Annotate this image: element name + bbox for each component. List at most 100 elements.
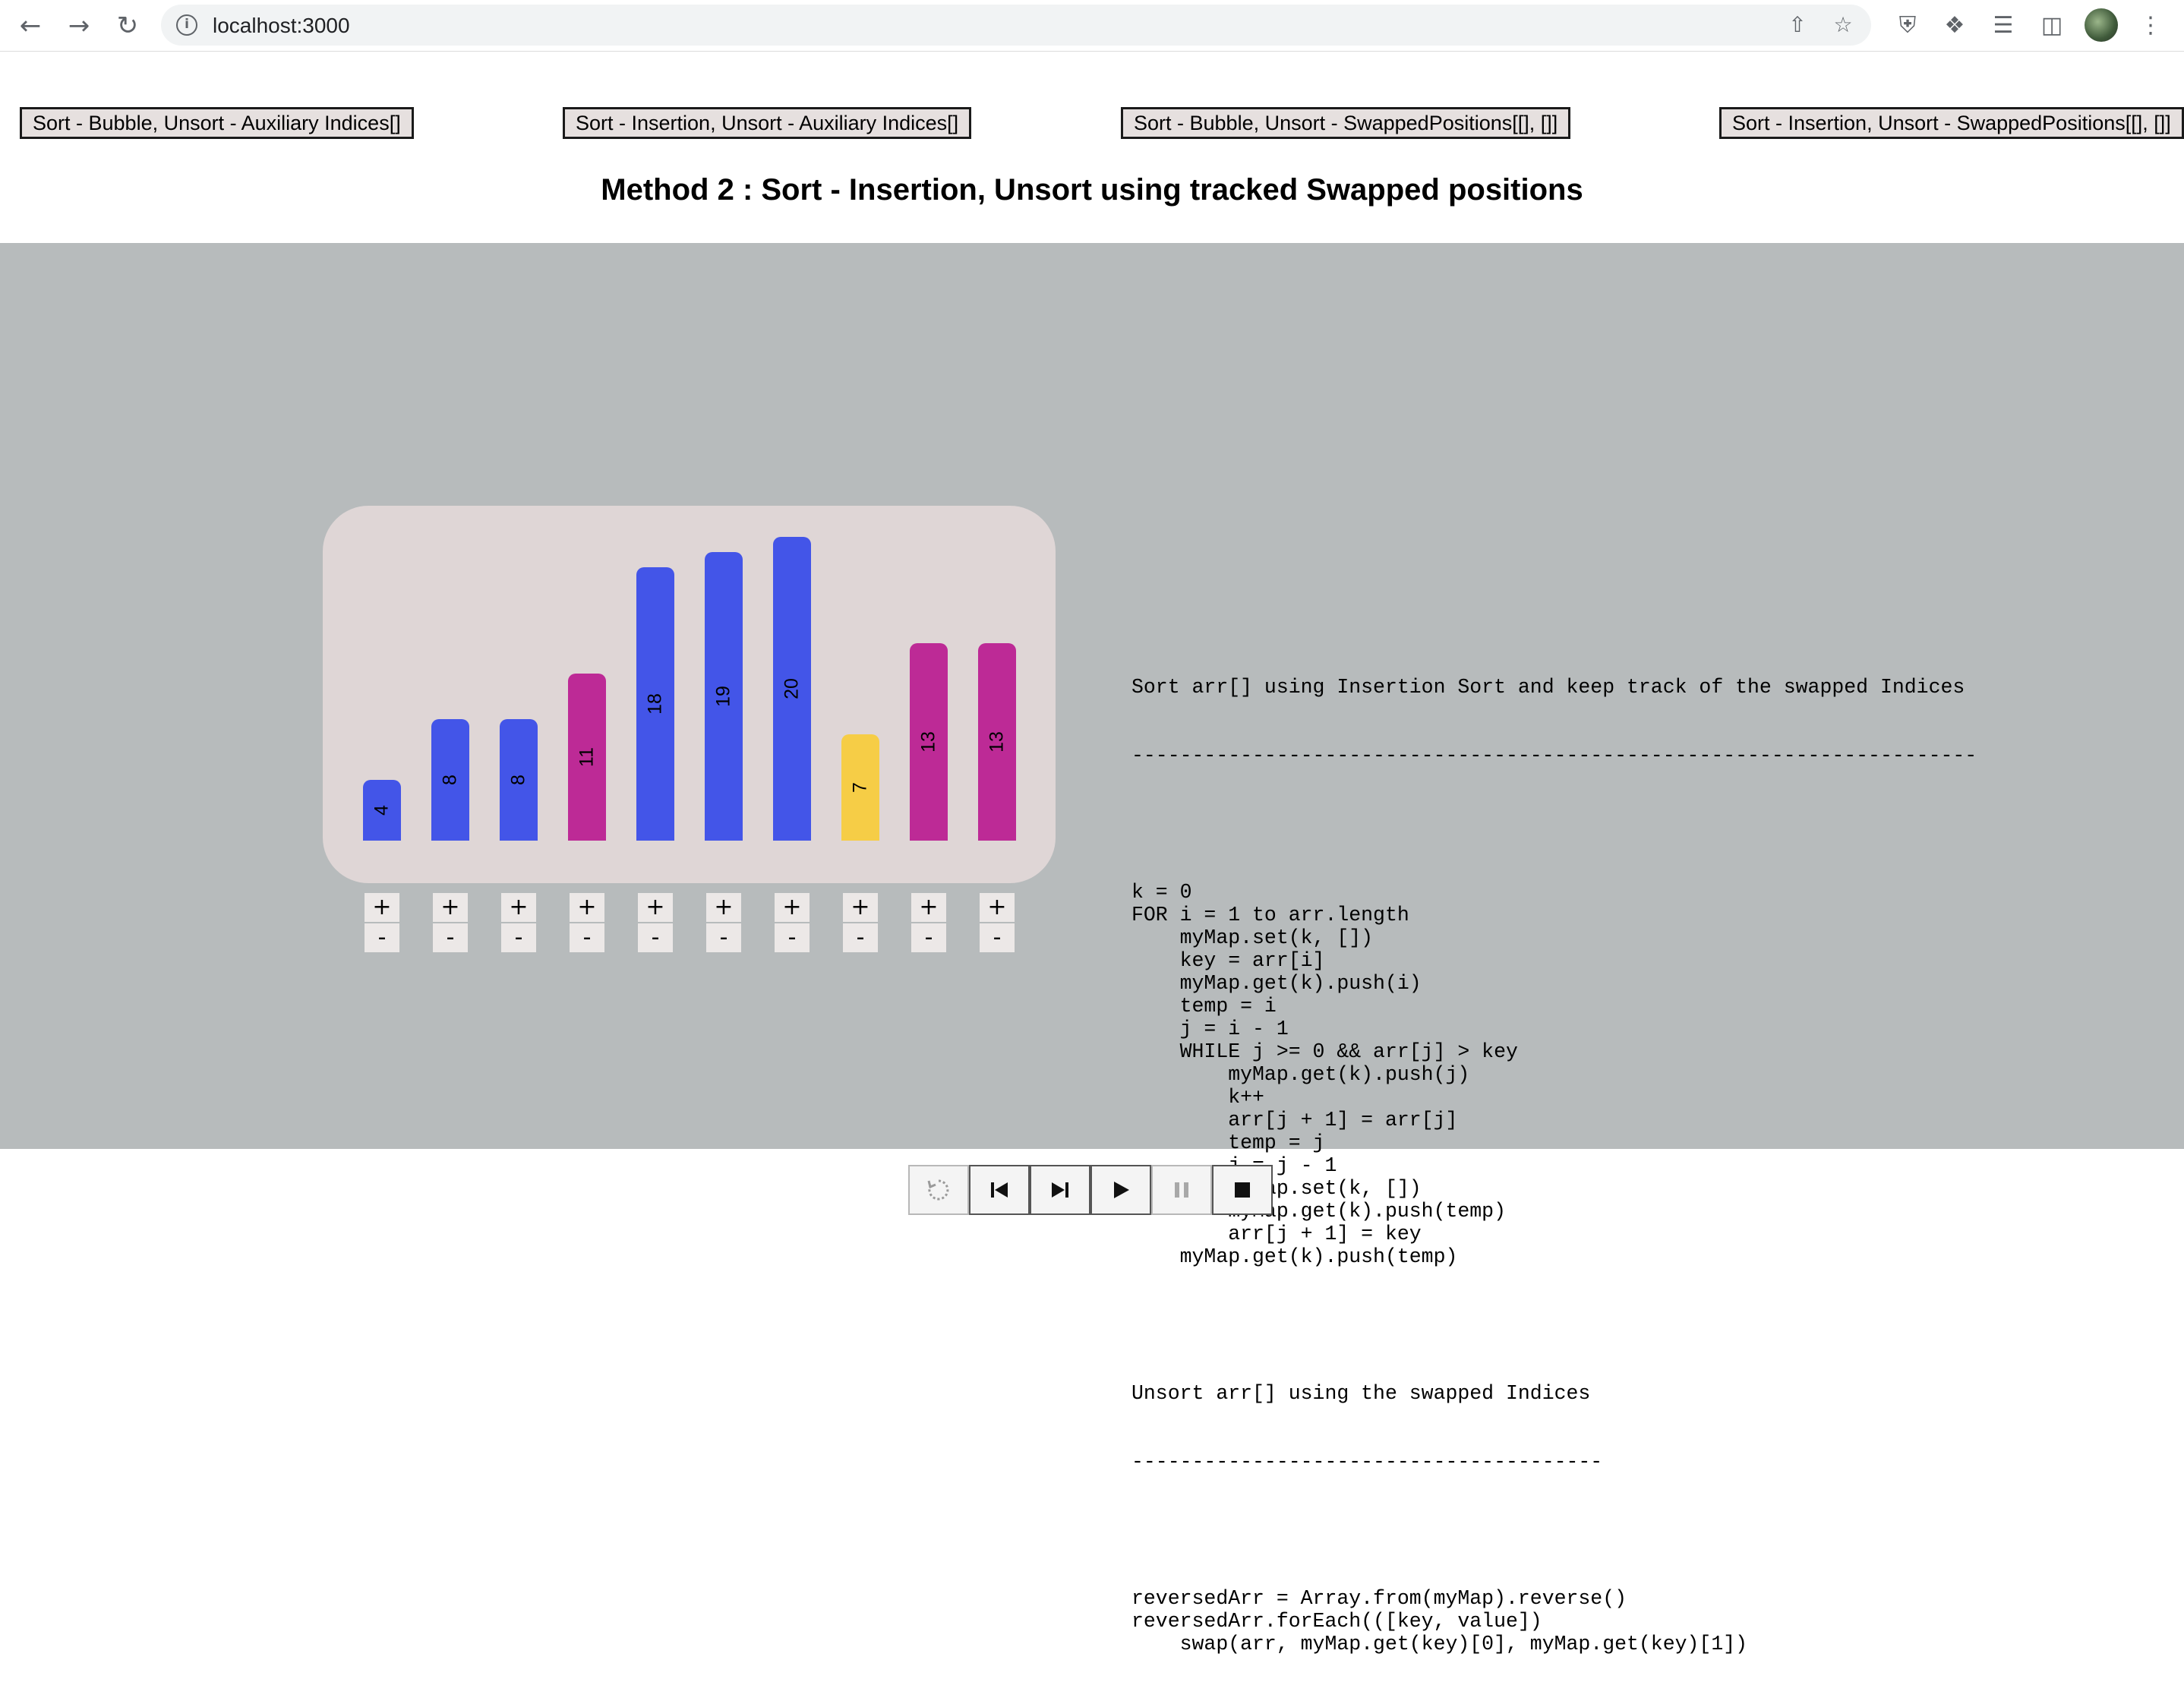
- increment-button[interactable]: +: [433, 893, 468, 922]
- sort-rule: ----------------------------------------…: [1131, 744, 1977, 767]
- share-icon[interactable]: ⇧: [1785, 12, 1810, 38]
- back-arrow-icon[interactable]: ←: [14, 9, 47, 43]
- insertion-swapped-positions-button[interactable]: Sort - Insertion, Unsort - SwappedPositi…: [1719, 107, 2184, 139]
- unsort-heading: Unsort arr[] using the swapped Indices: [1131, 1382, 1591, 1405]
- skip-back-button[interactable]: [969, 1165, 1030, 1215]
- array-bar: 7: [841, 734, 879, 841]
- code-line: FOR i = 1 to arr.length: [1131, 904, 1409, 926]
- code-line: arr[j + 1] = arr[j]: [1131, 1109, 1458, 1131]
- bar-stepper: + -: [365, 893, 399, 952]
- url-text: localhost:3000: [213, 14, 350, 37]
- code-line: key = arr[i]: [1131, 949, 1325, 972]
- menu-kebab-icon[interactable]: ⋮: [2135, 11, 2166, 41]
- array-bar: 13: [978, 643, 1016, 841]
- sort-heading: Sort arr[] using Insertion Sort and keep…: [1131, 676, 1965, 699]
- bar-value-label: 8: [507, 775, 529, 785]
- increment-button[interactable]: +: [570, 893, 604, 922]
- decrement-button[interactable]: -: [433, 923, 468, 952]
- profile-avatar[interactable]: [2085, 8, 2118, 42]
- array-bar: 11: [568, 674, 606, 841]
- array-bar: 20: [773, 537, 811, 841]
- playback-controls: [908, 1165, 1273, 1215]
- array-bar: 8: [431, 719, 469, 841]
- decrement-button[interactable]: -: [706, 923, 741, 952]
- decrement-button[interactable]: -: [980, 923, 1015, 952]
- code-line: reversedArr = Array.from(myMap).reverse(…: [1131, 1587, 1627, 1610]
- shield-extension-icon[interactable]: ⛨: [1892, 11, 1923, 41]
- unsort-rule: ---------------------------------------: [1131, 1450, 1603, 1473]
- stop-icon: [1235, 1182, 1250, 1198]
- forward-arrow-icon[interactable]: →: [62, 9, 96, 43]
- step-forward-button[interactable]: [1030, 1165, 1090, 1215]
- bar-value-label: 8: [439, 775, 461, 785]
- visualization-stage: 4 8 8 11 18 19 20 7 13 13 + - + - + - + - + - + - + - + - + - + - So…: [0, 243, 2184, 1655]
- bar-value-label: 11: [576, 747, 598, 767]
- insertion-auxiliary-button[interactable]: Sort - Insertion, Unsort - Auxiliary Ind…: [563, 107, 972, 139]
- skip-back-icon: [991, 1182, 1008, 1198]
- play-icon: [1114, 1182, 1129, 1198]
- array-bar: 4: [363, 780, 401, 841]
- address-bar[interactable]: i localhost:3000 ⇧ ☆: [161, 5, 1871, 46]
- decrement-button[interactable]: -: [775, 923, 810, 952]
- increment-button[interactable]: +: [980, 893, 1015, 922]
- bar-value-label: 18: [644, 693, 666, 715]
- bar-stepper: + -: [501, 893, 536, 952]
- bar-value-label: 19: [712, 686, 734, 707]
- code-line: k = 0: [1131, 881, 1192, 904]
- bookmark-star-icon[interactable]: ☆: [1830, 12, 1856, 38]
- page-title: Method 2 : Sort - Insertion, Unsort usin…: [601, 173, 1583, 207]
- bar-stepper: + -: [775, 893, 810, 952]
- bar-value-label: 13: [986, 731, 1008, 753]
- code-line: temp = j: [1131, 1131, 1325, 1154]
- bubble-auxiliary-button[interactable]: Sort - Bubble, Unsort - Auxiliary Indice…: [20, 107, 414, 139]
- bar-value-label: 13: [917, 731, 939, 753]
- array-bar: 19: [705, 552, 743, 841]
- increment-button[interactable]: +: [775, 893, 810, 922]
- decrement-button[interactable]: -: [638, 923, 673, 952]
- decrement-button[interactable]: -: [501, 923, 536, 952]
- pause-icon: [1175, 1182, 1188, 1198]
- reload-icon[interactable]: ↻: [111, 9, 144, 43]
- bar-stepper: + -: [843, 893, 878, 952]
- bar-value-label: 7: [849, 782, 871, 793]
- bar-stepper: + -: [706, 893, 741, 952]
- increment-button[interactable]: +: [365, 893, 399, 922]
- code-line: WHILE j >= 0 && arr[j] > key: [1131, 1040, 1518, 1063]
- extensions-puzzle-icon[interactable]: ❖: [1939, 11, 1970, 41]
- side-panel-icon[interactable]: ◫: [2037, 11, 2067, 41]
- code-line: myMap.get(k).push(temp): [1131, 1245, 1458, 1268]
- increment-button[interactable]: +: [706, 893, 741, 922]
- decrement-button[interactable]: -: [843, 923, 878, 952]
- pause-button[interactable]: [1151, 1165, 1212, 1215]
- array-bar: 18: [636, 567, 674, 841]
- bar-stepper: + -: [570, 893, 604, 952]
- increment-button[interactable]: +: [638, 893, 673, 922]
- code-line: k++: [1131, 1086, 1264, 1109]
- bar-chart-panel: 4 8 8 11 18 19 20 7 13 13: [323, 506, 1056, 883]
- bar-stepper: + -: [911, 893, 946, 952]
- code-line: myMap.get(k).push(i): [1131, 972, 1422, 995]
- browser-toolbar: ← → ↻ i localhost:3000 ⇧ ☆ ⛨ ❖ ☰ ◫ ⋮: [0, 0, 2184, 52]
- play-button[interactable]: [1090, 1165, 1151, 1215]
- array-bar: 13: [910, 643, 948, 841]
- replay-button[interactable]: [908, 1165, 969, 1215]
- decrement-button[interactable]: -: [570, 923, 604, 952]
- code-line: swap(arr, myMap.get(key)[0], myMap.get(k…: [1131, 1633, 1748, 1655]
- step-forward-icon: [1052, 1182, 1068, 1198]
- decrement-button[interactable]: -: [911, 923, 946, 952]
- code-line: myMap.set(k, []): [1131, 926, 1374, 949]
- bar-stepper: + -: [433, 893, 468, 952]
- decrement-button[interactable]: -: [365, 923, 399, 952]
- unsort-code-block: reversedArr = Array.from(myMap).reverse(…: [1131, 1587, 1977, 1655]
- code-line: arr[j + 1] = key: [1131, 1223, 1422, 1245]
- replay-icon: [927, 1179, 949, 1201]
- stop-button[interactable]: [1212, 1165, 1273, 1215]
- site-info-icon[interactable]: i: [176, 14, 197, 36]
- increment-button[interactable]: +: [911, 893, 946, 922]
- media-queue-icon[interactable]: ☰: [1988, 11, 2018, 41]
- bubble-swapped-positions-button[interactable]: Sort - Bubble, Unsort - SwappedPositions…: [1121, 107, 1571, 139]
- bar-stepper: + -: [638, 893, 673, 952]
- increment-button[interactable]: +: [501, 893, 536, 922]
- code-line: reversedArr.forEach(([key, value]): [1131, 1610, 1542, 1633]
- increment-button[interactable]: +: [843, 893, 878, 922]
